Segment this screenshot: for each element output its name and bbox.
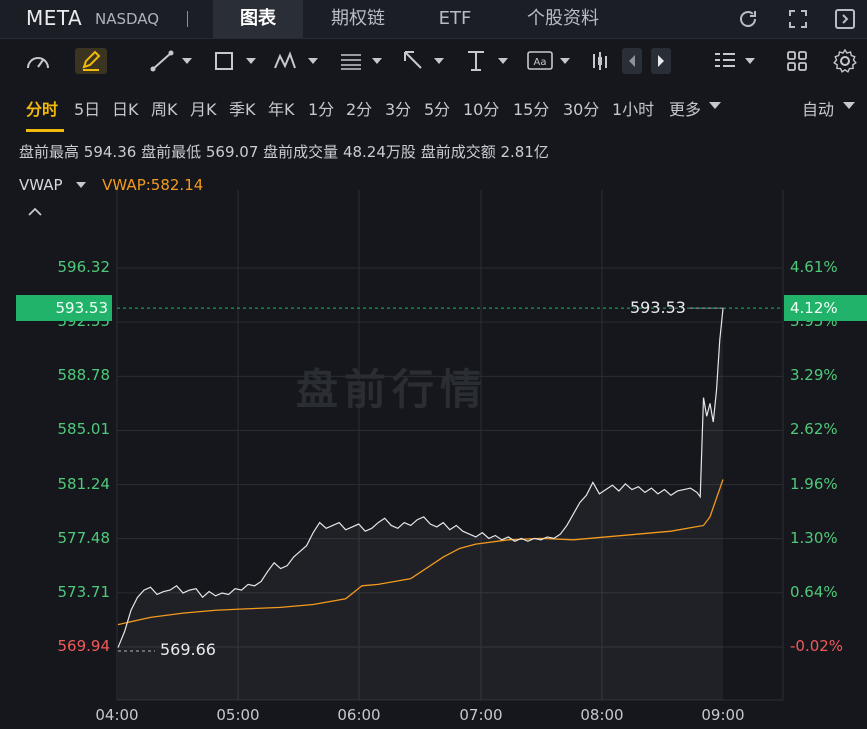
y-tick-label-left: 577.48 [57,528,111,547]
y-tick-label-left: 585.01 [57,420,111,439]
x-tick-label: 06:00 [337,706,381,724]
low-price-annotation: 569.66 [160,640,216,659]
x-tick-label: 09:00 [701,706,745,724]
x-tick-label: 08:00 [580,706,624,724]
y-tick-label-right: -0.02% [790,637,844,655]
x-tick-label: 07:00 [459,706,503,724]
y-tick-label-right: 1.30% [790,528,838,547]
y-tick-label-right: 4.61% [790,258,838,276]
y-tick-label-left: 581.24 [57,474,111,493]
x-tick-label: 05:00 [216,706,260,724]
y-tick-label-left: 596.32 [57,258,111,276]
y-tick-label-right: 0.64% [790,582,838,601]
y-tick-label-left: 569.94 [57,637,111,655]
price-chart[interactable] [0,0,867,729]
y-tick-label-left: 588.78 [57,366,111,385]
y-tick-label-right: 2.62% [790,420,838,439]
current-pct-tag-right: 4.12% [784,295,867,321]
y-tick-label-right: 1.96% [790,474,838,493]
current-price-annotation: 593.53 [630,298,686,317]
y-tick-label-left: 573.71 [57,582,111,601]
y-tick-label-right: 3.29% [790,366,838,385]
x-tick-label: 04:00 [95,706,139,724]
current-price-tag-left: 593.53 [16,295,112,321]
